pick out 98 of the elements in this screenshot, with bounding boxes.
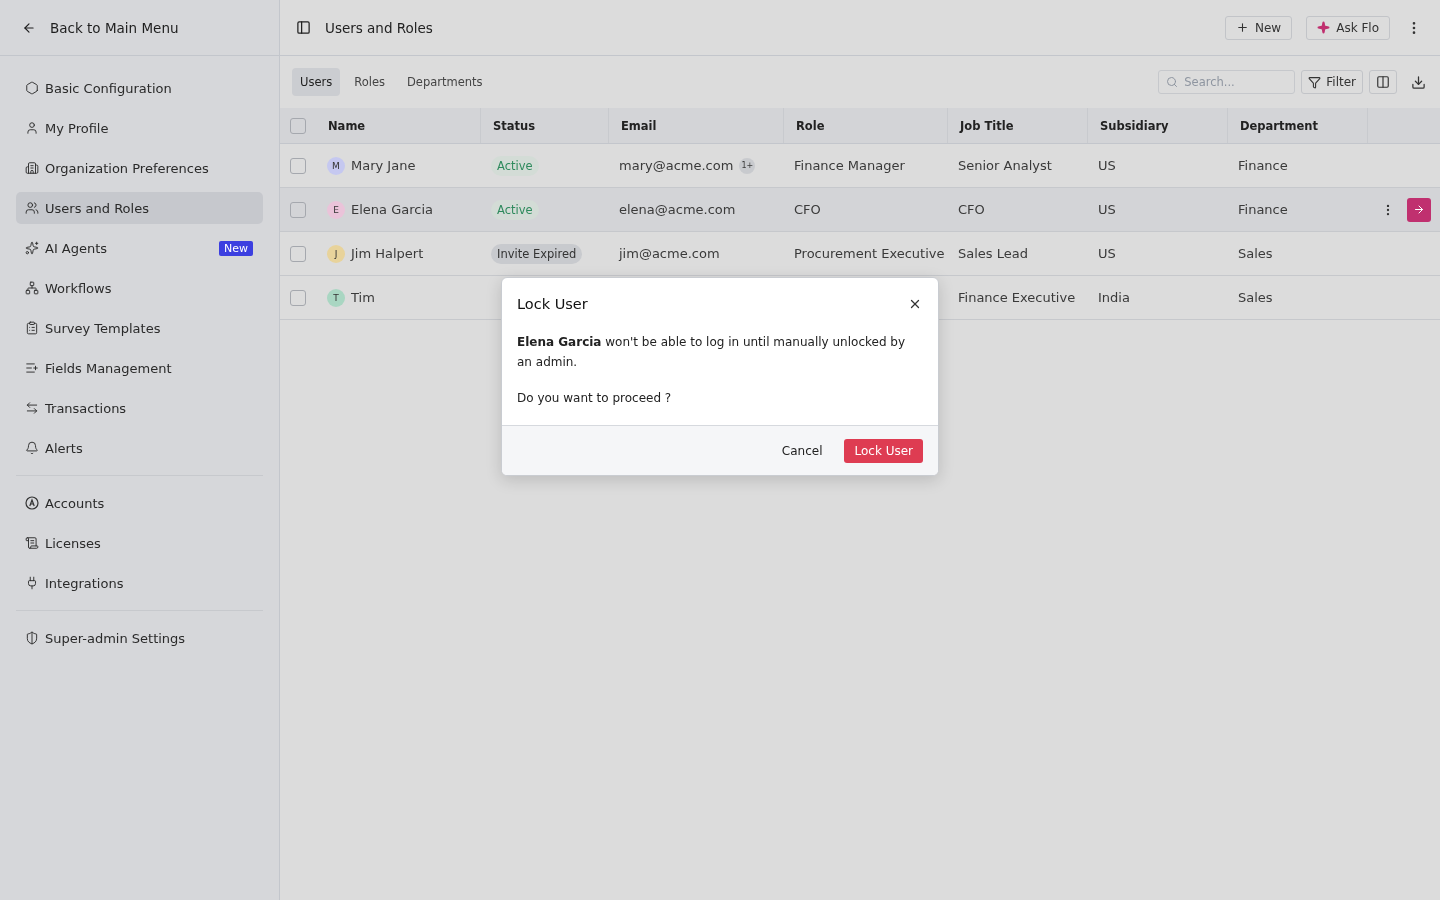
- column-header: Department: [1227, 108, 1367, 143]
- sidebar-item[interactable]: Transactions: [16, 392, 263, 424]
- table-cell: CFO: [958, 202, 985, 217]
- scroll-icon: [25, 536, 39, 550]
- arrows-icon: [25, 401, 39, 415]
- sidebar-item[interactable]: Alerts: [16, 432, 263, 464]
- column-header: Status: [480, 108, 608, 143]
- back-link[interactable]: Back to Main Menu: [0, 0, 279, 56]
- network-icon: [25, 281, 39, 295]
- user-name: Tim: [351, 290, 375, 305]
- row-checkbox[interactable]: [290, 289, 306, 306]
- avatar: M: [327, 156, 345, 175]
- table-row[interactable]: E Elena Garcia Active elena@acme.com CFO CFO US Finance: [280, 188, 1440, 232]
- cancel-button[interactable]: Cancel: [773, 439, 831, 462]
- select-all-checkbox[interactable]: [290, 117, 306, 134]
- sidebar-item[interactable]: My Profile: [16, 112, 263, 144]
- email-text: jim@acme.com: [619, 246, 720, 261]
- users-icon: [25, 201, 39, 215]
- new-button[interactable]: New: [1225, 15, 1293, 40]
- avatar: E: [327, 200, 345, 219]
- arrow-right-icon: [1413, 203, 1425, 216]
- page-title: Users and Roles: [325, 19, 434, 36]
- table-cell: CFO: [794, 202, 821, 217]
- table-cell: Sales: [1238, 290, 1273, 305]
- user-name: Jim Halpert: [351, 246, 424, 261]
- table-cell: Finance Manager: [794, 158, 905, 173]
- columns-button[interactable]: [1369, 70, 1397, 94]
- circle-icon: [25, 496, 39, 510]
- shield-icon: [25, 631, 39, 645]
- dialog-title: Lock User: [517, 296, 588, 312]
- email-text: mary@acme.com: [619, 158, 734, 173]
- clipboard-icon: [25, 321, 39, 335]
- status-badge: Active: [491, 155, 539, 176]
- sidebar-item[interactable]: Licenses: [16, 527, 263, 559]
- table-cell: US: [1098, 158, 1116, 173]
- filter-button[interactable]: Filter: [1301, 70, 1363, 94]
- table-row[interactable]: J Jim Halpert Invite Expired jim@acme.com Procurement Executive Sales Lead US Sales: [280, 232, 1440, 276]
- user-name: Elena Garcia: [351, 202, 433, 217]
- sidebar-item[interactable]: Organization Preferences: [16, 152, 263, 184]
- columns-icon: [1376, 75, 1390, 89]
- tab[interactable]: Roles: [346, 68, 393, 96]
- new-badge: New: [219, 240, 253, 256]
- tab[interactable]: Users: [292, 68, 341, 96]
- column-header: Job Title: [947, 108, 1087, 143]
- plus-icon: [1236, 21, 1249, 34]
- sparkle-icon: [1317, 21, 1331, 34]
- table-cell: US: [1098, 246, 1116, 261]
- funnel-icon: [1308, 75, 1322, 89]
- table-cell: US: [1098, 202, 1116, 217]
- dialog-question: Do you want to proceed ?: [516, 390, 673, 407]
- download-icon: [1411, 74, 1426, 90]
- assistant-button[interactable]: Ask Flo: [1306, 15, 1390, 40]
- table-cell: Finance: [1238, 158, 1288, 173]
- table-cell: Sales: [1238, 246, 1273, 261]
- list-icon: [25, 361, 39, 375]
- sidebar-toggle-icon[interactable]: [296, 20, 311, 35]
- table-cell: Senior Analyst: [958, 158, 1052, 173]
- avatar: J: [327, 244, 345, 263]
- status-badge: Active: [491, 199, 539, 220]
- column-header: Subsidiary: [1087, 108, 1227, 143]
- count-badge: 1+: [739, 157, 756, 174]
- open-row-button[interactable]: [1407, 197, 1431, 222]
- lock-user-button[interactable]: Lock User: [844, 438, 923, 463]
- user-icon: [25, 121, 39, 135]
- dialog-message: Elena Garcia won't be able to log in until manually unlocked by an admin.: [516, 334, 907, 371]
- building-icon: [25, 161, 39, 175]
- row-checkbox[interactable]: [290, 245, 306, 262]
- email-text: elena@acme.com: [619, 202, 736, 217]
- plug-icon: [25, 576, 39, 590]
- column-header: Email: [608, 108, 783, 143]
- table-cell: Finance: [1238, 202, 1288, 217]
- avatar: T: [327, 288, 345, 307]
- table-cell: Sales Lead: [958, 246, 1028, 261]
- table-cell: India: [1098, 290, 1130, 305]
- hexagon-icon: [25, 81, 39, 95]
- column-header: Name: [327, 117, 367, 135]
- sidebar-item[interactable]: Fields Management: [16, 352, 263, 384]
- user-name: Mary Jane: [351, 158, 416, 173]
- table-cell: Finance Executive: [958, 290, 1076, 305]
- row-checkbox[interactable]: [290, 201, 306, 218]
- sidebar-item[interactable]: Survey Templates: [16, 312, 263, 344]
- status-badge: Invite Expired: [491, 243, 583, 264]
- sidebar-item[interactable]: Basic Configuration: [16, 72, 263, 104]
- sidebar-item[interactable]: Accounts: [16, 487, 263, 519]
- sidebar-item[interactable]: Users and Roles: [16, 192, 263, 224]
- sparkles-icon: [25, 241, 39, 255]
- table-cell: Procurement Executive: [794, 246, 945, 261]
- search-icon: [1166, 76, 1179, 88]
- close-icon: [908, 297, 922, 311]
- row-checkbox[interactable]: [290, 157, 306, 174]
- sidebar-item[interactable]: Super-admin Settings: [16, 622, 263, 654]
- column-header: Role: [783, 108, 947, 143]
- sidebar-item[interactable]: Workflows: [16, 272, 263, 304]
- bell-icon: [25, 441, 39, 455]
- search-field[interactable]: Search...: [1158, 70, 1296, 94]
- sidebar-item[interactable]: AI Agents New: [16, 232, 263, 264]
- sidebar-item[interactable]: Integrations: [16, 567, 263, 599]
- tab[interactable]: Departments: [399, 68, 491, 96]
